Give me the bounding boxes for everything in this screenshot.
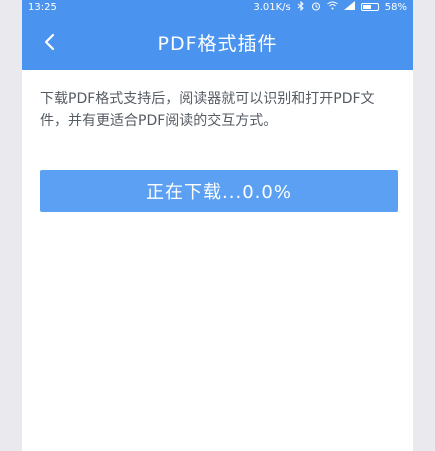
- plugin-description: 下载PDF格式支持后，阅读器就可以识别和打开PDF文件，并有更适合PDF阅读的交…: [40, 91, 375, 129]
- status-bar: 13:25 3.01K/s 58%: [22, 0, 413, 14]
- alarm-icon: [311, 1, 321, 14]
- page-title: PDF格式插件: [157, 32, 278, 55]
- status-right-group: 3.01K/s 58%: [253, 0, 407, 14]
- back-button[interactable]: [36, 28, 64, 56]
- bluetooth-icon: [297, 0, 305, 14]
- phone-screen: 13:25 3.01K/s 58% PDF格式插件 下载PDF格式支持后，阅读器…: [22, 0, 413, 451]
- network-speed: 3.01K/s: [253, 1, 291, 13]
- wifi-icon: [326, 1, 338, 13]
- battery-fill: [362, 5, 371, 9]
- status-time: 13:25: [28, 1, 57, 13]
- download-progress-label: 正在下载...0.0%: [146, 182, 292, 203]
- chevron-left-icon: [44, 33, 55, 51]
- download-progress-button[interactable]: 正在下载...0.0%: [40, 170, 398, 212]
- battery-icon: [360, 3, 379, 11]
- app-bar: PDF格式插件: [22, 14, 413, 70]
- signal-icon: [343, 1, 355, 13]
- battery-level: 58%: [384, 1, 407, 13]
